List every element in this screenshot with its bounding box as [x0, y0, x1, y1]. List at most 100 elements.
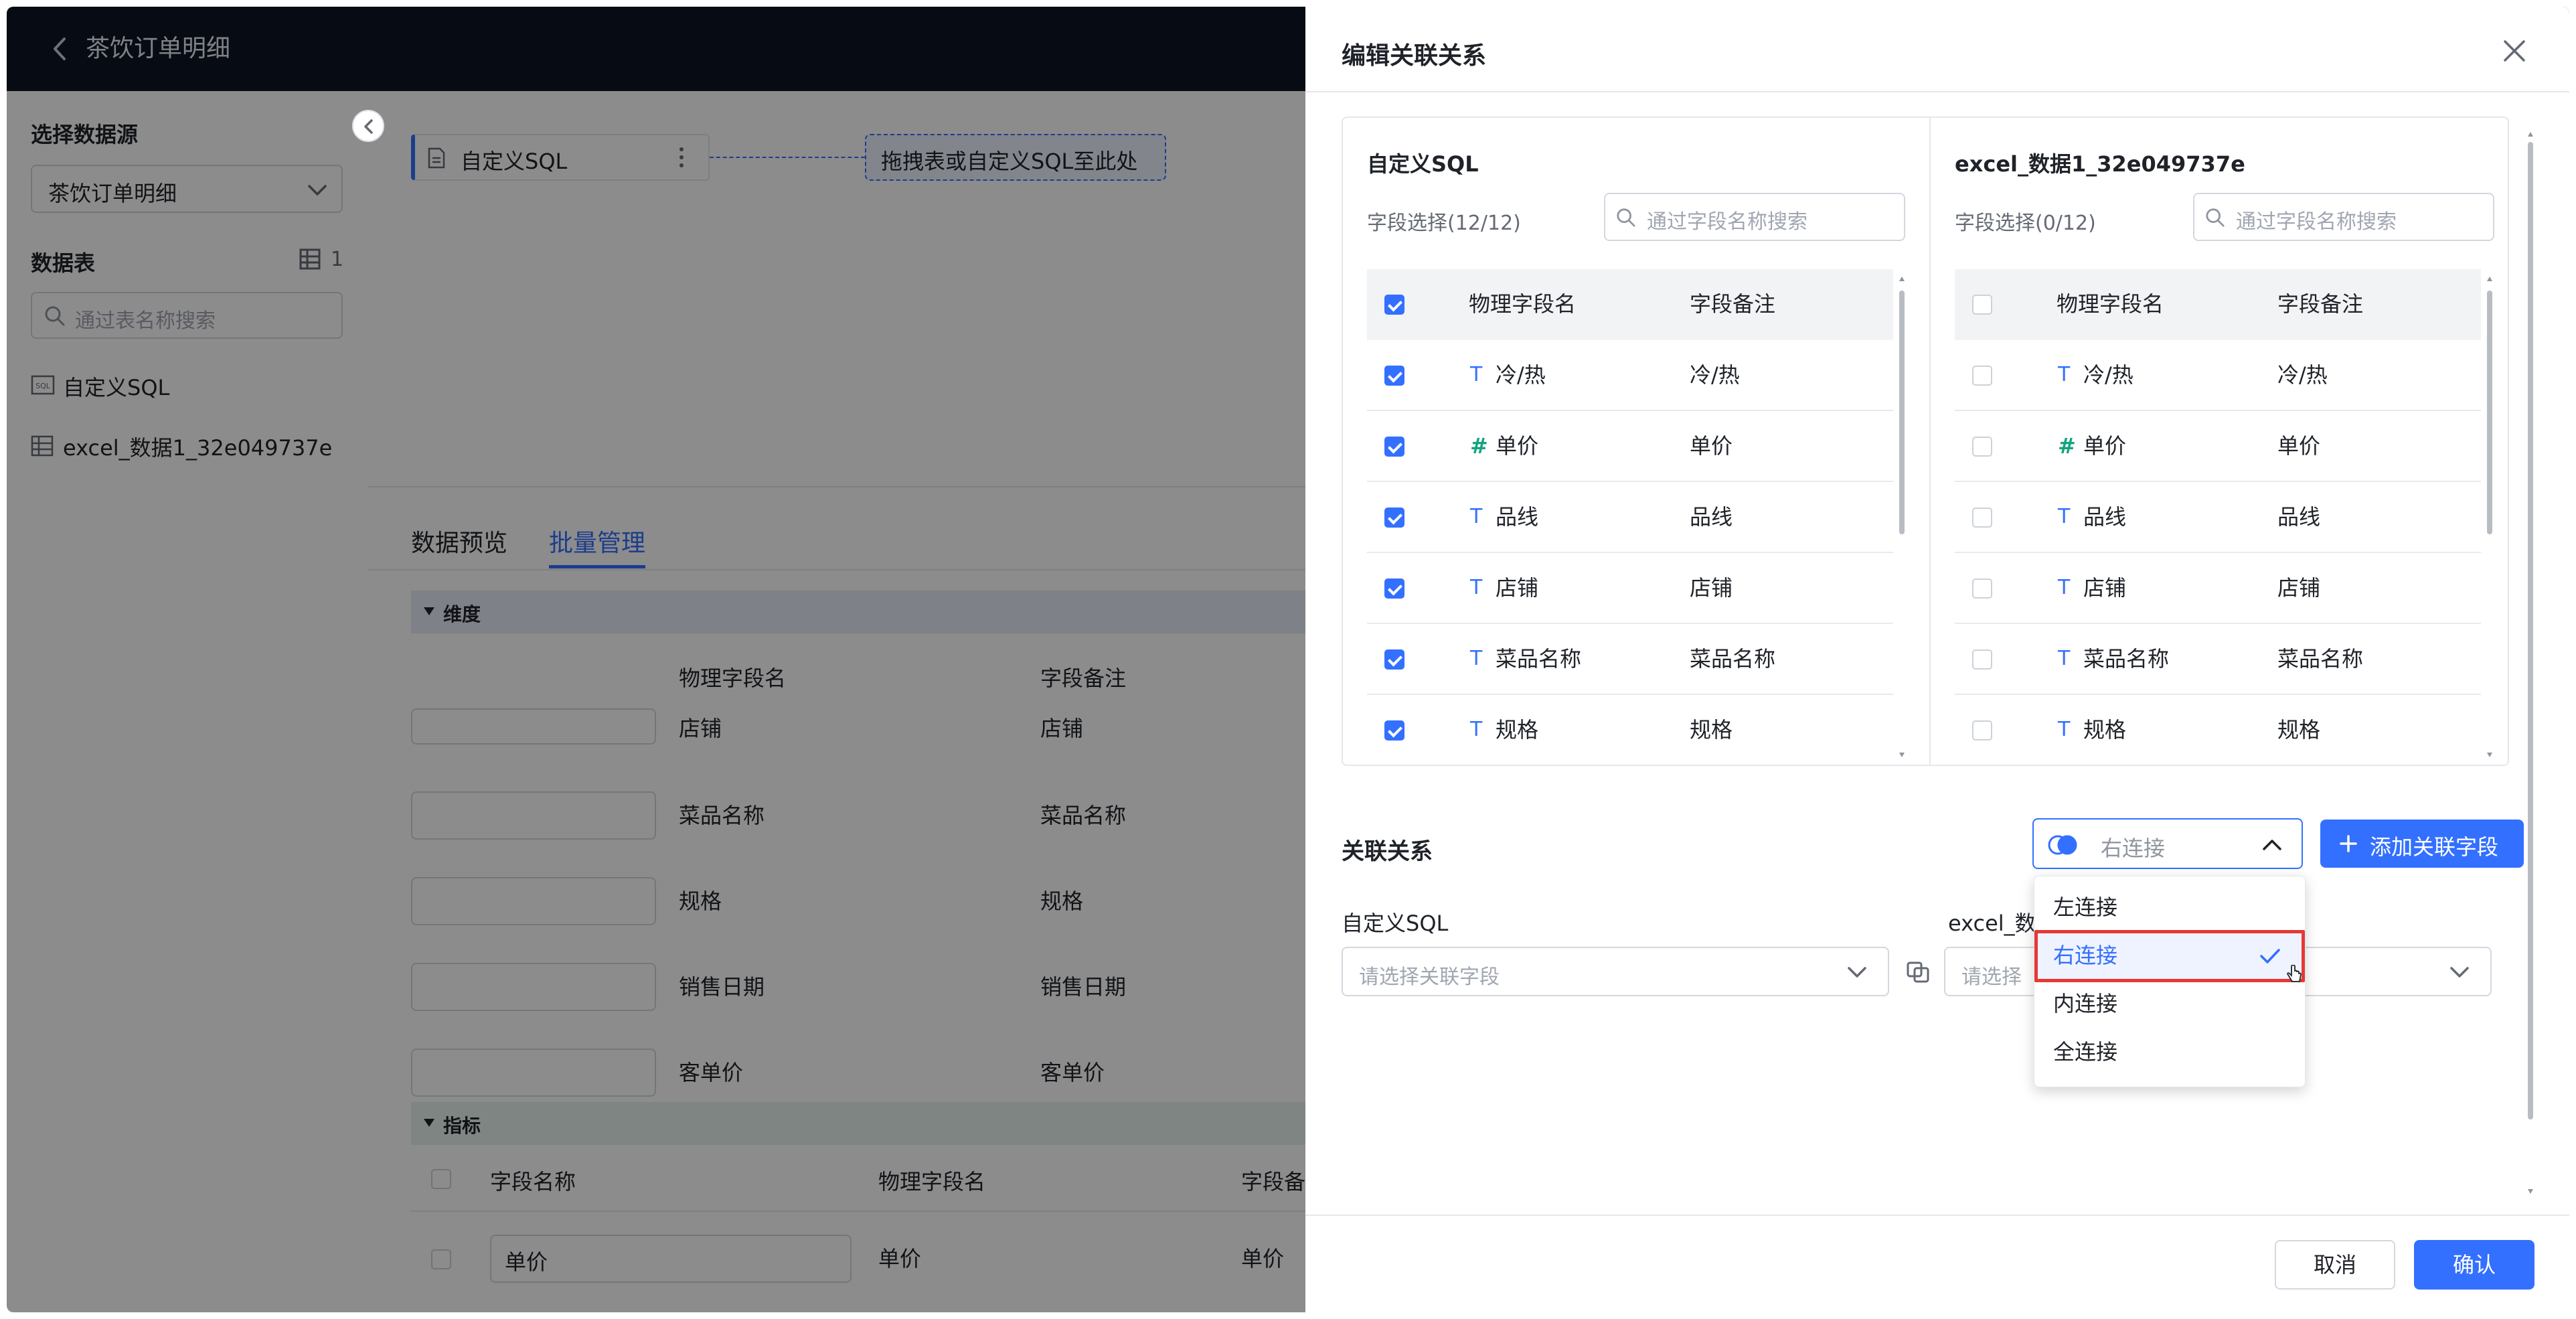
row-checkbox[interactable]	[1384, 720, 1404, 741]
text-type-icon: T	[2058, 576, 2071, 599]
table-row[interactable]: T 品线 品线	[1367, 482, 1893, 553]
search-icon	[1617, 208, 1635, 227]
relation-label: 关联关系	[1342, 838, 1433, 865]
field-remark: 品线	[1690, 504, 1733, 530]
table-row[interactable]: T 规格 规格	[1367, 695, 1893, 765]
field-name: 规格	[1496, 717, 1539, 743]
field-name: 单价	[1496, 433, 1539, 459]
search-icon	[2206, 208, 2225, 227]
field-remark: 菜品名称	[1690, 646, 1776, 672]
text-type-icon: T	[2058, 505, 2071, 528]
scroll-thumb[interactable]	[2528, 142, 2533, 1119]
field-name: 冷/热	[1496, 362, 1546, 388]
swap-link-icon[interactable]	[1905, 960, 1932, 984]
table-row[interactable]: T 菜品名称 菜品名称	[1955, 624, 2481, 695]
right-table-scrollbar[interactable]	[2486, 276, 2493, 758]
column-header: 物理字段名	[2057, 291, 2164, 317]
join-type-menu: 左连接 右连接 内连接 全连接	[2034, 876, 2306, 1087]
field-remark: 店铺	[1690, 575, 1733, 601]
row-checkbox[interactable]	[1384, 366, 1404, 386]
row-checkbox[interactable]	[1972, 649, 1992, 670]
drawer-footer-divider	[1305, 1215, 2569, 1216]
menu-item-full-join[interactable]: 全连接	[2034, 1028, 2302, 1076]
join-type-value: 右连接	[2101, 836, 2166, 861]
table-row[interactable]: T 冷/热 冷/热	[1955, 340, 2481, 411]
close-icon[interactable]	[2502, 39, 2526, 63]
row-checkbox[interactable]	[1384, 649, 1404, 670]
number-type-icon: #	[1470, 433, 1488, 459]
left-table-title: 自定义SQL	[1367, 151, 1479, 177]
text-type-icon: T	[1470, 718, 1483, 741]
confirm-button[interactable]: 确认	[2414, 1240, 2534, 1290]
right-field-search-placeholder: 通过字段名称搜索	[2236, 210, 2397, 234]
left-table-header: 物理字段名 字段备注	[1367, 269, 1893, 340]
table-row[interactable]: T 店铺 店铺	[1367, 553, 1893, 624]
chevron-left-icon	[364, 119, 373, 134]
left-field-select-count: 字段选择(12/12)	[1367, 212, 1521, 235]
table-row[interactable]: T 规格 规格	[1955, 695, 2481, 765]
scroll-thumb[interactable]	[1899, 291, 1905, 534]
right-field-search-input[interactable]: 通过字段名称搜索	[2193, 193, 2494, 241]
table-row[interactable]: # 单价 单价	[1367, 411, 1893, 482]
table-row[interactable]: T 菜品名称 菜品名称	[1367, 624, 1893, 695]
row-checkbox[interactable]	[1384, 437, 1404, 457]
scroll-up-icon	[2487, 277, 2492, 281]
text-type-icon: T	[1470, 576, 1483, 599]
left-field-search-placeholder: 通过字段名称搜索	[1647, 210, 1807, 234]
row-checkbox[interactable]	[1384, 578, 1404, 599]
menu-item-label: 内连接	[2053, 991, 2118, 1016]
drawer-header-divider	[1305, 91, 2569, 92]
table-row[interactable]: T 品线 品线	[1955, 482, 2481, 553]
left-relation-field-select[interactable]: 请选择关联字段	[1342, 947, 1889, 996]
row-checkbox[interactable]	[1384, 508, 1404, 528]
left-table-body: T 冷/热 冷/热 # 单价 单价 T 品线 品线 T 店铺 店铺 T 菜品名称…	[1367, 340, 1893, 765]
field-selection-panel: 自定义SQL 字段选择(12/12) 通过字段名称搜索 物理字段名 字段备注 T…	[1342, 117, 2509, 766]
right-table-header: 物理字段名 字段备注	[1955, 269, 2481, 340]
field-remark: 菜品名称	[2277, 646, 2364, 672]
menu-item-left-join[interactable]: 左连接	[2034, 883, 2302, 931]
add-relation-field-button[interactable]: 添加关联字段	[2320, 820, 2524, 868]
right-table-panel: excel_数据1_32e049737e 字段选择(0/12) 通过字段名称搜索…	[1931, 118, 2508, 765]
drawer-scrollbar[interactable]	[2526, 131, 2534, 1196]
join-type-select[interactable]: 右连接	[2032, 818, 2303, 869]
table-row[interactable]: T 店铺 店铺	[1955, 553, 2481, 624]
select-all-checkbox[interactable]	[1972, 295, 1992, 315]
row-checkbox[interactable]	[1972, 437, 1992, 457]
add-relation-field-label: 添加关联字段	[2370, 834, 2499, 860]
field-name: 菜品名称	[2083, 646, 2170, 672]
row-checkbox[interactable]	[1972, 578, 1992, 599]
left-table-scrollbar[interactable]	[1899, 276, 1905, 758]
right-source-label: excel_数	[1948, 911, 2036, 936]
collapse-sidebar-button[interactable]	[352, 110, 384, 142]
field-remark: 冷/热	[1690, 362, 1740, 388]
menu-item-inner-join[interactable]: 内连接	[2034, 980, 2302, 1028]
select-all-checkbox[interactable]	[1384, 295, 1404, 315]
number-type-icon: #	[2058, 433, 2076, 459]
row-checkbox[interactable]	[1972, 366, 1992, 386]
chevron-down-icon	[1848, 967, 1866, 978]
column-header: 字段备注	[1690, 291, 1776, 317]
right-join-icon	[2048, 835, 2077, 855]
row-checkbox[interactable]	[1972, 508, 1992, 528]
right-table-title: excel_数据1_32e049737e	[1955, 151, 2245, 177]
field-name: 单价	[2083, 433, 2127, 459]
chevron-up-icon	[2263, 840, 2281, 850]
scroll-down-icon	[2528, 1189, 2533, 1194]
table-row[interactable]: # 单价 单价	[1955, 411, 2481, 482]
field-name: 规格	[2083, 717, 2127, 743]
left-field-search-input[interactable]: 通过字段名称搜索	[1604, 193, 1905, 241]
row-checkbox[interactable]	[1972, 720, 1992, 741]
right-relation-placeholder: 请选择	[1961, 965, 2022, 989]
field-name: 店铺	[1496, 575, 1539, 601]
menu-item-label: 左连接	[2053, 895, 2118, 920]
table-row[interactable]: T 冷/热 冷/热	[1367, 340, 1893, 411]
cancel-button[interactable]: 取消	[2275, 1240, 2395, 1290]
field-name: 品线	[2083, 504, 2127, 530]
modal-overlay[interactable]	[7, 7, 1305, 1312]
right-field-select-count: 字段选择(0/12)	[1955, 212, 2096, 235]
edit-relation-drawer: 编辑关联关系 自定义SQL 字段选择(12/12) 通过字段名称搜索 物理字段名…	[1305, 7, 2569, 1312]
scroll-thumb[interactable]	[2487, 291, 2492, 534]
field-name: 菜品名称	[1496, 646, 1582, 672]
field-name: 店铺	[2083, 575, 2127, 601]
highlight-box	[2034, 930, 2305, 982]
